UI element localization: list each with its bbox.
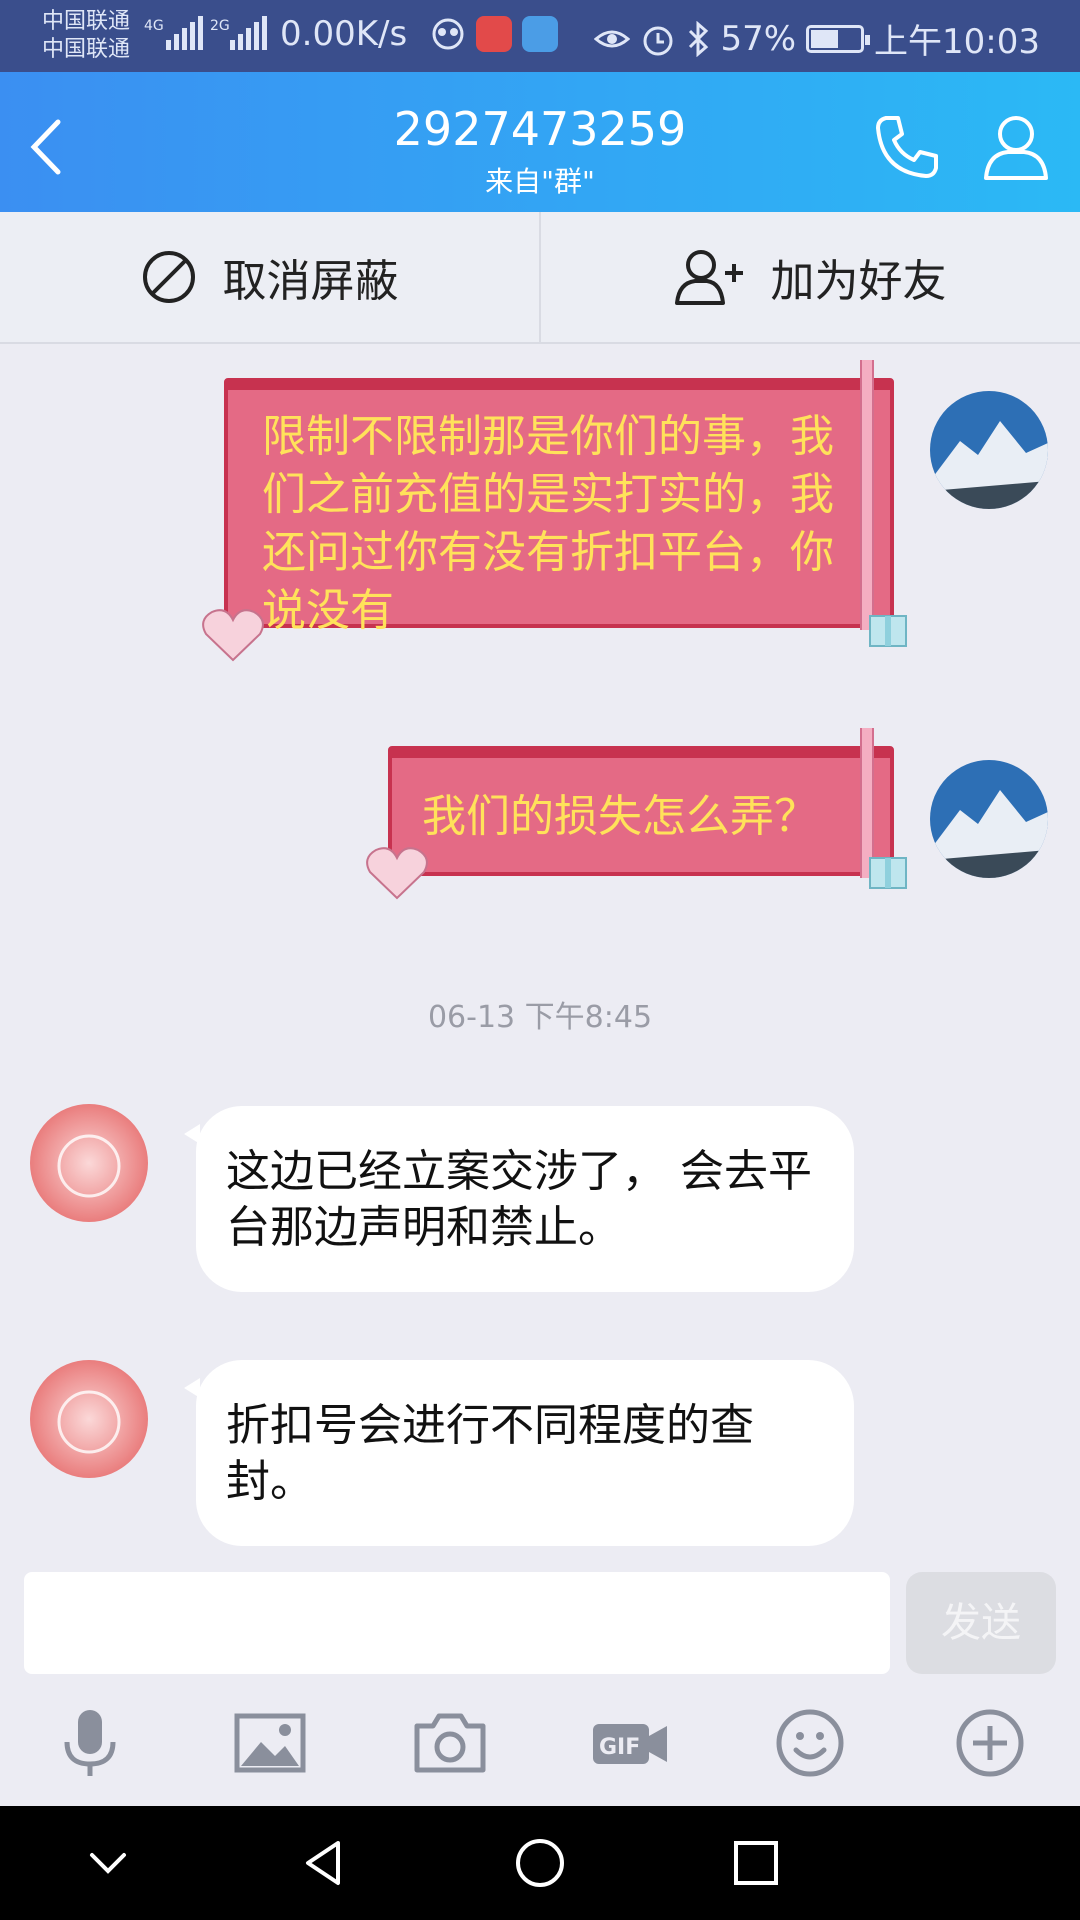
bank-app-icon [476, 16, 512, 52]
emoji-icon [776, 1709, 844, 1777]
system-nav-bar [0, 1806, 1080, 1920]
status-bar: 中国联通 中国联通 4G 2G 0.00K/s 57% 上午10:03 [0, 0, 1080, 72]
clock: 上午10:03 [874, 22, 1040, 62]
incoming-message-bubble[interactable]: 这边已经立案交涉了， 会去平台那边声明和禁止。 [184, 1106, 854, 1292]
add-friend-icon [674, 250, 743, 305]
contact-avatar[interactable] [30, 1360, 148, 1478]
carrier-names: 中国联通 中国联通 [42, 8, 130, 64]
profile-icon[interactable] [978, 108, 1054, 184]
heart-for-u-icon [366, 847, 428, 900]
emoji-button[interactable] [720, 1680, 900, 1806]
add-friend-button[interactable]: 加为好友 [539, 212, 1080, 342]
my-avatar[interactable] [930, 760, 1048, 878]
gif-icon: GIF [593, 1724, 667, 1764]
square-recents-icon [734, 1841, 778, 1885]
mic-icon [64, 1710, 116, 1776]
add-friend-label: 加为好友 [770, 256, 947, 307]
present-box-icon [869, 857, 907, 889]
gift-message-bubble[interactable]: 限制不限制那是你们的事，我们之前充值的是实打实的，我还问过你有没有折扣平台，你说… [200, 360, 920, 662]
input-row: 发送 [0, 1566, 1080, 1680]
image-button[interactable] [180, 1680, 360, 1806]
triangle-back-icon [306, 1841, 340, 1885]
carrier-1: 中国联通 [42, 9, 131, 34]
pink-avatar-image [30, 1104, 148, 1222]
present-box-icon [869, 615, 907, 647]
plus-icon [956, 1709, 1024, 1777]
message-input[interactable] [24, 1572, 890, 1674]
status-right: 57% 上午10:03 [594, 14, 1040, 63]
send-button[interactable]: 发送 [906, 1572, 1056, 1674]
nav-home-button[interactable] [432, 1806, 648, 1920]
action-bar: 取消屏蔽 加为好友 [0, 212, 1080, 344]
nav-back-button[interactable] [216, 1806, 432, 1920]
eye-icon [594, 30, 631, 47]
message-text: 这边已经立案交涉了， 会去平台那边声明和禁止。 [226, 1146, 812, 1253]
message-text: 我们的损失怎么弄？ [422, 791, 818, 842]
network-type-1: 4G [144, 18, 164, 34]
message-text: 折扣号会进行不同程度的查封。 [226, 1400, 754, 1507]
message-text: 限制不限制那是你们的事，我们之前充值的是实打实的，我还问过你有没有折扣平台，你说… [262, 411, 834, 636]
battery-icon [806, 24, 871, 53]
input-toolbar: GIF [0, 1680, 1080, 1806]
alarm-icon [643, 26, 673, 55]
chat-header: 2927473259 来自"群" [0, 72, 1080, 212]
mountain-avatar-image [930, 391, 1048, 509]
network-speed: 0.00K/s [280, 14, 408, 54]
network-type-2: 2G [210, 18, 230, 34]
chevron-down-icon [90, 1853, 126, 1874]
battery-percent: 57% [720, 18, 797, 59]
voice-button[interactable] [0, 1680, 180, 1806]
heart-for-u-icon [202, 609, 264, 662]
block-icon [142, 251, 195, 303]
nav-recents-button[interactable] [648, 1806, 864, 1920]
message-timestamp: 06-13 下午8:45 [427, 1000, 653, 1035]
signal-bars-2-icon [230, 16, 267, 50]
owl-icon [432, 18, 464, 50]
phone-call-icon[interactable] [870, 108, 946, 184]
more-button[interactable] [900, 1680, 1080, 1806]
my-avatar[interactable] [930, 391, 1048, 509]
gif-button[interactable]: GIF [540, 1680, 720, 1806]
app-icon [522, 16, 558, 52]
carrier-2: 中国联通 [42, 37, 131, 62]
pink-avatar-image [30, 1360, 148, 1478]
battery-fill [811, 29, 839, 48]
notification-icons [430, 16, 558, 52]
gift-message-bubble[interactable]: 我们的损失怎么弄？ [364, 728, 920, 904]
mountain-avatar-image [930, 760, 1048, 878]
camera-icon [414, 1713, 486, 1773]
message-list[interactable]: 限制不限制那是你们的事，我们之前充值的是实打实的，我还问过你有没有折扣平台，你说… [0, 344, 1080, 1566]
bluetooth-icon [689, 20, 709, 57]
contact-avatar[interactable] [30, 1104, 148, 1222]
nav-hide-button[interactable] [0, 1806, 216, 1920]
camera-button[interactable] [360, 1680, 540, 1806]
unblock-button[interactable]: 取消屏蔽 [0, 212, 539, 342]
svg-text:GIF: GIF [599, 1735, 640, 1760]
signal-bars-1-icon [166, 16, 203, 50]
circle-home-icon [516, 1839, 564, 1887]
incoming-message-bubble[interactable]: 折扣号会进行不同程度的查封。 [184, 1360, 854, 1546]
unblock-label: 取消屏蔽 [222, 256, 399, 307]
image-icon [234, 1713, 306, 1773]
gift-ribbon [860, 360, 874, 630]
